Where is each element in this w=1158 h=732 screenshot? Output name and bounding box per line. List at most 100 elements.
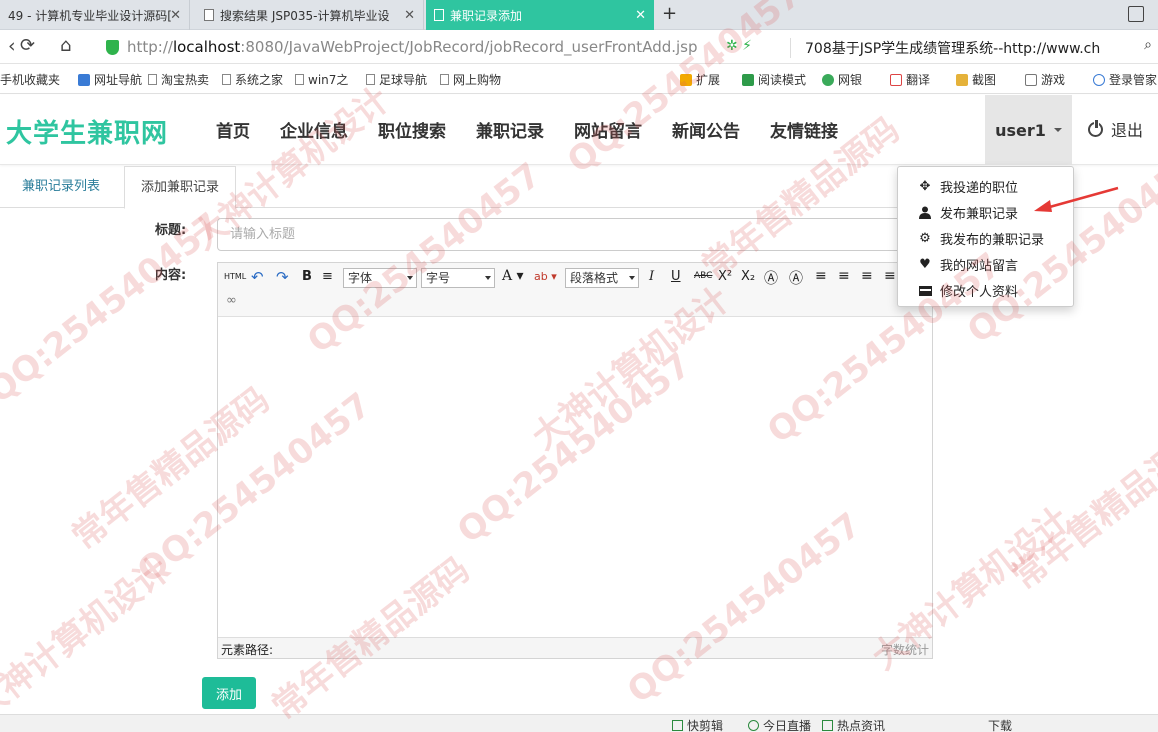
- bookmark-item[interactable]: win7之: [295, 71, 348, 88]
- quick-clip-button[interactable]: 快剪辑: [672, 717, 723, 732]
- nav-guestbook[interactable]: 网站留言: [574, 117, 642, 142]
- speed-icon[interactable]: ✲ ⚡: [726, 38, 752, 54]
- close-tab-icon[interactable]: ✕: [404, 8, 415, 23]
- translate-button[interactable]: 翻译: [890, 71, 930, 88]
- rich-text-editor: HTML ↶ ↷ B ≡ 字体 字号 A ▾ ab ▾ 段落格式 I U ABC…: [217, 262, 933, 659]
- back-icon[interactable]: ‹: [8, 35, 16, 57]
- content-label: 内容:: [155, 268, 187, 283]
- bold-icon[interactable]: B: [302, 269, 312, 284]
- align-center-icon[interactable]: ≡: [861, 268, 873, 284]
- bookmarks-bar: 手机收藏夹 网址导航 淘宝热卖 系统之家 win7之 足球导航 网上购物 扩展 …: [0, 64, 1158, 94]
- skin-icon[interactable]: [1128, 6, 1144, 22]
- tab-title: 49 - 计算机专业毕业设计源码[: [8, 8, 172, 23]
- link-icon[interactable]: ∞: [226, 293, 237, 308]
- gear-icon: ⚙: [919, 231, 931, 246]
- align-left-icon[interactable]: ≡: [815, 268, 827, 284]
- download-button[interactable]: 下载: [988, 717, 1012, 732]
- font-color-icon[interactable]: A ▾: [502, 268, 524, 284]
- word-count: 字数统计: [880, 643, 929, 657]
- url-host: localhost: [172, 38, 241, 56]
- underline-icon[interactable]: U: [671, 269, 681, 284]
- italic-icon[interactable]: I: [649, 269, 654, 284]
- nav-links[interactable]: 友情链接: [770, 117, 838, 142]
- highlight-icon[interactable]: ab ▾: [534, 270, 557, 283]
- title-input[interactable]: [217, 218, 933, 251]
- subscript-icon[interactable]: X₂: [741, 269, 755, 284]
- games-button[interactable]: 游戏: [1025, 71, 1065, 88]
- home-icon[interactable]: ⌂: [60, 35, 71, 56]
- font-family-select[interactable]: 字体: [343, 268, 417, 288]
- nav-company[interactable]: 企业信息: [280, 117, 348, 142]
- close-tab-icon[interactable]: ✕: [635, 8, 646, 23]
- browser-tab-active[interactable]: 兼职记录添加 ✕: [426, 0, 654, 30]
- font-size-select[interactable]: 字号: [421, 268, 495, 288]
- search-box[interactable]: 708基于JSP学生成绩管理系统--http://www.ch: [790, 38, 1120, 58]
- bookmark-item[interactable]: 足球导航: [366, 71, 427, 88]
- redo-icon[interactable]: ↷: [276, 268, 289, 286]
- editor-toolbar: HTML ↶ ↷ B ≡ 字体 字号 A ▾ ab ▾ 段落格式 I U ABC…: [218, 263, 932, 317]
- page-icon: [204, 9, 214, 21]
- shield-icon: [106, 39, 119, 55]
- title-label: 标题:: [155, 223, 187, 238]
- main-nav: 首页 企业信息 职位搜索 兼职记录 网站留言 新闻公告 友情链接: [216, 117, 838, 142]
- bookmark-item[interactable]: 手机收藏夹: [0, 71, 60, 88]
- tab-record-list[interactable]: 兼职记录列表: [6, 166, 116, 208]
- heart-icon: ♥: [919, 257, 931, 272]
- browser-status-bar: 快剪辑 今日直播 热点资讯 下载: [0, 714, 1158, 732]
- dropdown-item-publish-record[interactable]: 发布兼职记录: [918, 203, 1018, 222]
- undo-icon[interactable]: ↶: [251, 268, 264, 286]
- url-prefix: http://: [127, 38, 173, 56]
- bookmark-item[interactable]: 系统之家: [222, 71, 283, 88]
- paragraph-select[interactable]: 段落格式: [565, 268, 639, 288]
- format-painter-icon[interactable]: Ⓐ: [789, 268, 803, 288]
- login-manager-button[interactable]: 登录管家: [1093, 71, 1157, 88]
- logout-link[interactable]: 退出: [1088, 117, 1143, 141]
- nav-job-record[interactable]: 兼职记录: [476, 117, 544, 142]
- watermark-text: QQ:254540457: [0, 204, 229, 412]
- align-justify-icon[interactable]: ≡: [884, 268, 896, 284]
- annotation-arrow: [1034, 186, 1119, 212]
- reader-mode-button[interactable]: 阅读模式: [742, 71, 806, 88]
- user-icon: [918, 206, 932, 220]
- screenshot-button[interactable]: 截图: [956, 71, 996, 88]
- site-logo[interactable]: 大学生兼职网: [6, 113, 168, 150]
- html-source-button[interactable]: HTML: [224, 272, 246, 281]
- nav-job-search[interactable]: 职位搜索: [378, 117, 446, 142]
- browser-tab-1[interactable]: 49 - 计算机专业毕业设计源码[ ✕: [0, 0, 190, 30]
- element-path: 元素路径:: [221, 643, 274, 657]
- search-icon[interactable]: ⌕: [1144, 37, 1152, 53]
- close-tab-icon[interactable]: ✕: [170, 8, 181, 23]
- news-button[interactable]: 热点资讯: [822, 717, 885, 732]
- user-menu-toggle[interactable]: user1: [985, 95, 1072, 165]
- live-button[interactable]: 今日直播: [748, 717, 811, 732]
- browser-tab-2[interactable]: 搜索结果 JSP035-计算机毕业设 ✕: [196, 0, 424, 30]
- editor-content-area[interactable]: [218, 317, 932, 637]
- url-path: :8080/JavaWebProject/JobRecord/jobRecord…: [240, 38, 698, 56]
- dropdown-item-my-records[interactable]: ⚙ 我发布的兼职记录: [918, 229, 1044, 248]
- tab-add-record[interactable]: 添加兼职记录: [124, 166, 237, 209]
- indent-icon[interactable]: ≡: [322, 269, 333, 284]
- site-header: 大学生兼职网 首页 企业信息 职位搜索 兼职记录 网站留言 新闻公告 友情链接 …: [0, 95, 1158, 165]
- bookmark-item[interactable]: 网上购物: [440, 71, 501, 88]
- caret-down-icon: [1053, 128, 1062, 132]
- add-button[interactable]: 添加: [202, 677, 256, 709]
- bookmark-item[interactable]: 淘宝热卖: [148, 71, 209, 88]
- url-field[interactable]: http://localhost:8080/JavaWebProject/Job…: [100, 34, 770, 60]
- new-tab-button[interactable]: +: [662, 3, 677, 24]
- username: user1: [995, 120, 1046, 140]
- extension-button[interactable]: 扩展: [680, 71, 720, 88]
- dropdown-item-edit-profile[interactable]: 修改个人资料: [918, 281, 1018, 300]
- bookmark-item[interactable]: 网址导航: [78, 71, 142, 88]
- bank-button[interactable]: 网银: [822, 71, 862, 88]
- address-bar: ‹ ⟳ ⌂ http://localhost:8080/JavaWebProje…: [0, 30, 1158, 64]
- watermark-text: 大神计算机设计: [0, 549, 178, 728]
- superscript-icon[interactable]: X²: [718, 269, 732, 284]
- nav-home[interactable]: 首页: [216, 117, 250, 142]
- nav-news[interactable]: 新闻公告: [672, 117, 740, 142]
- dropdown-item-my-applications[interactable]: ✥ 我投递的职位: [918, 177, 1018, 196]
- strikethrough-icon[interactable]: ABC: [694, 271, 712, 281]
- align-right-icon[interactable]: ≡: [838, 268, 850, 284]
- reload-icon[interactable]: ⟳: [20, 35, 35, 56]
- dropdown-item-my-messages[interactable]: ♥ 我的网站留言: [918, 255, 1018, 274]
- clear-format-icon[interactable]: Ⓐ: [764, 268, 778, 288]
